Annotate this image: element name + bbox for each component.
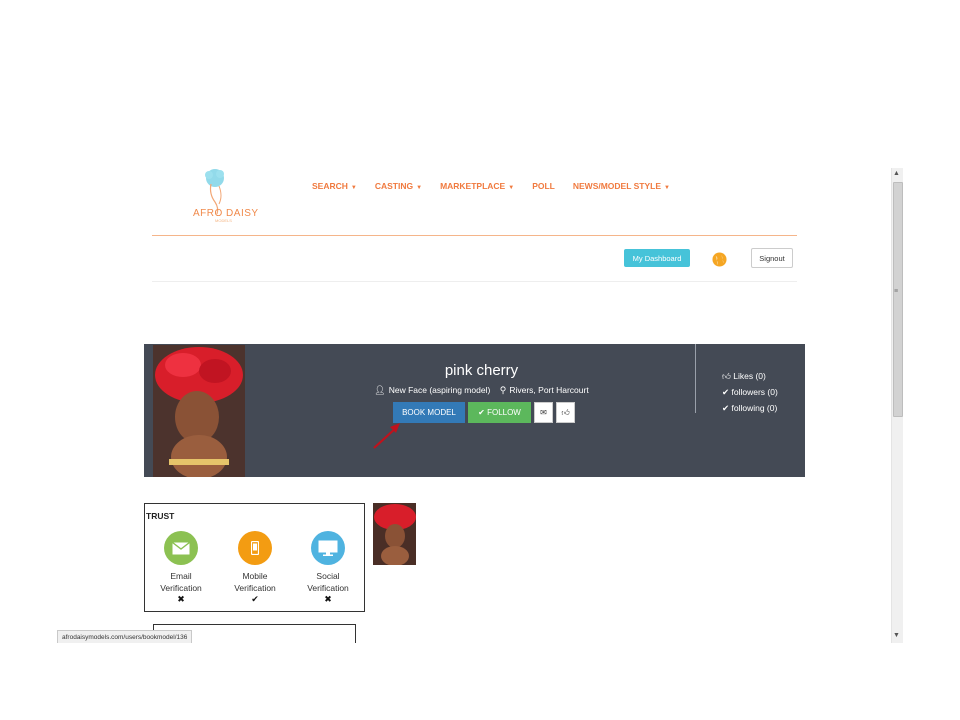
browser-viewport: AFRO DAISY MODELS SEARCH ▼ CASTING ▼ MARKE… xyxy=(57,168,903,643)
user-icon: 👤︎ xyxy=(374,385,386,395)
gallery-thumbnail[interactable] xyxy=(373,503,416,565)
globe-icon[interactable] xyxy=(712,252,727,267)
trust-title: TRUST xyxy=(146,511,175,521)
profile-name: pink cherry xyxy=(444,362,519,379)
trust-label-line2: Verification xyxy=(160,583,202,593)
monitor-icon xyxy=(311,531,345,565)
thumbs-up-icon: 👍︎ xyxy=(722,371,734,381)
profile-photo[interactable] xyxy=(153,345,245,477)
email-verification: Email Verification ✖ xyxy=(151,531,211,605)
caret-down-icon: ▼ xyxy=(350,185,357,191)
header-divider xyxy=(152,235,797,236)
status-bar-url: afrodaisymodels.com/users/bookmodel/136 xyxy=(57,630,193,643)
signout-button[interactable]: Signout xyxy=(751,248,793,268)
likes-stat[interactable]: 👍︎ Likes (0) xyxy=(722,368,778,384)
vertical-scrollbar[interactable]: ▲ ≡ ▼ xyxy=(891,168,903,643)
scrollbar-thumb[interactable] xyxy=(893,182,903,417)
map-marker-icon: ⚲ xyxy=(499,385,507,395)
profile-meta: 👤︎ New Face (aspiring model) ⚲ Rivers, Por… xyxy=(246,385,717,396)
nav-casting[interactable]: CASTING ▼ xyxy=(375,181,422,191)
message-button[interactable]: ✉ xyxy=(534,402,553,423)
logo-subtext: MODELS xyxy=(215,218,232,223)
caret-down-icon: ▼ xyxy=(664,185,670,191)
profile-banner: pink cherry 👤︎ New Face (aspiring model) … xyxy=(144,344,805,477)
annotation-arrow-icon xyxy=(373,423,400,449)
nav-news-model-style[interactable]: NEWS/MODEL STYLE ▼ xyxy=(573,181,670,191)
check-icon: ✔ xyxy=(478,408,488,417)
caret-down-icon: ▼ xyxy=(508,185,515,191)
follow-button[interactable]: ✔ FOLLOW xyxy=(468,402,531,423)
cross-icon: ✖ xyxy=(177,594,185,604)
banner-divider xyxy=(695,344,696,413)
trust-label-line2: Verification xyxy=(234,583,276,593)
following-stat[interactable]: ✔ following (0) xyxy=(722,400,778,416)
book-model-button[interactable]: BOOK MODEL xyxy=(393,402,465,423)
thumbs-up-icon: 👍︎ xyxy=(561,407,570,417)
envelope-icon: ✉ xyxy=(540,408,547,417)
trust-label-line1: Mobile xyxy=(242,571,268,581)
nav-poll[interactable]: POLL xyxy=(532,181,555,191)
profile-stats: 👍︎ Likes (0) ✔ followers (0) ✔ following… xyxy=(722,368,778,416)
mobile-phone-icon xyxy=(238,531,272,565)
social-verification: Social Verification ✖ xyxy=(298,531,358,605)
like-button[interactable]: 👍︎ xyxy=(556,402,575,423)
trust-label-line1: Social xyxy=(316,571,340,581)
check-icon: ✔ xyxy=(251,594,259,604)
envelope-icon xyxy=(164,531,198,565)
followers-stat[interactable]: ✔ followers (0) xyxy=(722,384,778,400)
mobile-verification: Mobile Verification ✔ xyxy=(225,531,285,605)
scroll-down-arrow-icon[interactable]: ▼ xyxy=(893,632,900,639)
trust-panel: TRUST Email Verification ✖ Mobile Verifica… xyxy=(144,503,365,612)
scroll-up-arrow-icon[interactable]: ▲ xyxy=(893,170,900,177)
scrollbar-grip-icon: ≡ xyxy=(894,288,899,295)
trust-label-line1: Email xyxy=(170,571,192,581)
profile-actions: BOOK MODEL ✔ FOLLOW ✉ 👍︎ xyxy=(393,402,575,423)
main-nav: SEARCH ▼ CASTING ▼ MARKETPLACE ▼ POLL NEWS/… xyxy=(312,181,688,191)
caret-down-icon: ▼ xyxy=(416,185,423,191)
nav-search[interactable]: SEARCH ▼ xyxy=(312,181,357,191)
profile-category: New Face (aspiring model) xyxy=(388,385,491,395)
cross-icon: ✖ xyxy=(324,594,332,604)
trust-label-line2: Verification xyxy=(307,583,349,593)
nav-marketplace[interactable]: MARKETPLACE ▼ xyxy=(440,181,514,191)
profile-location: Rivers, Port Harcourt xyxy=(509,385,589,395)
subheader-divider xyxy=(152,281,797,282)
my-dashboard-button[interactable]: My Dashboard xyxy=(624,249,690,267)
